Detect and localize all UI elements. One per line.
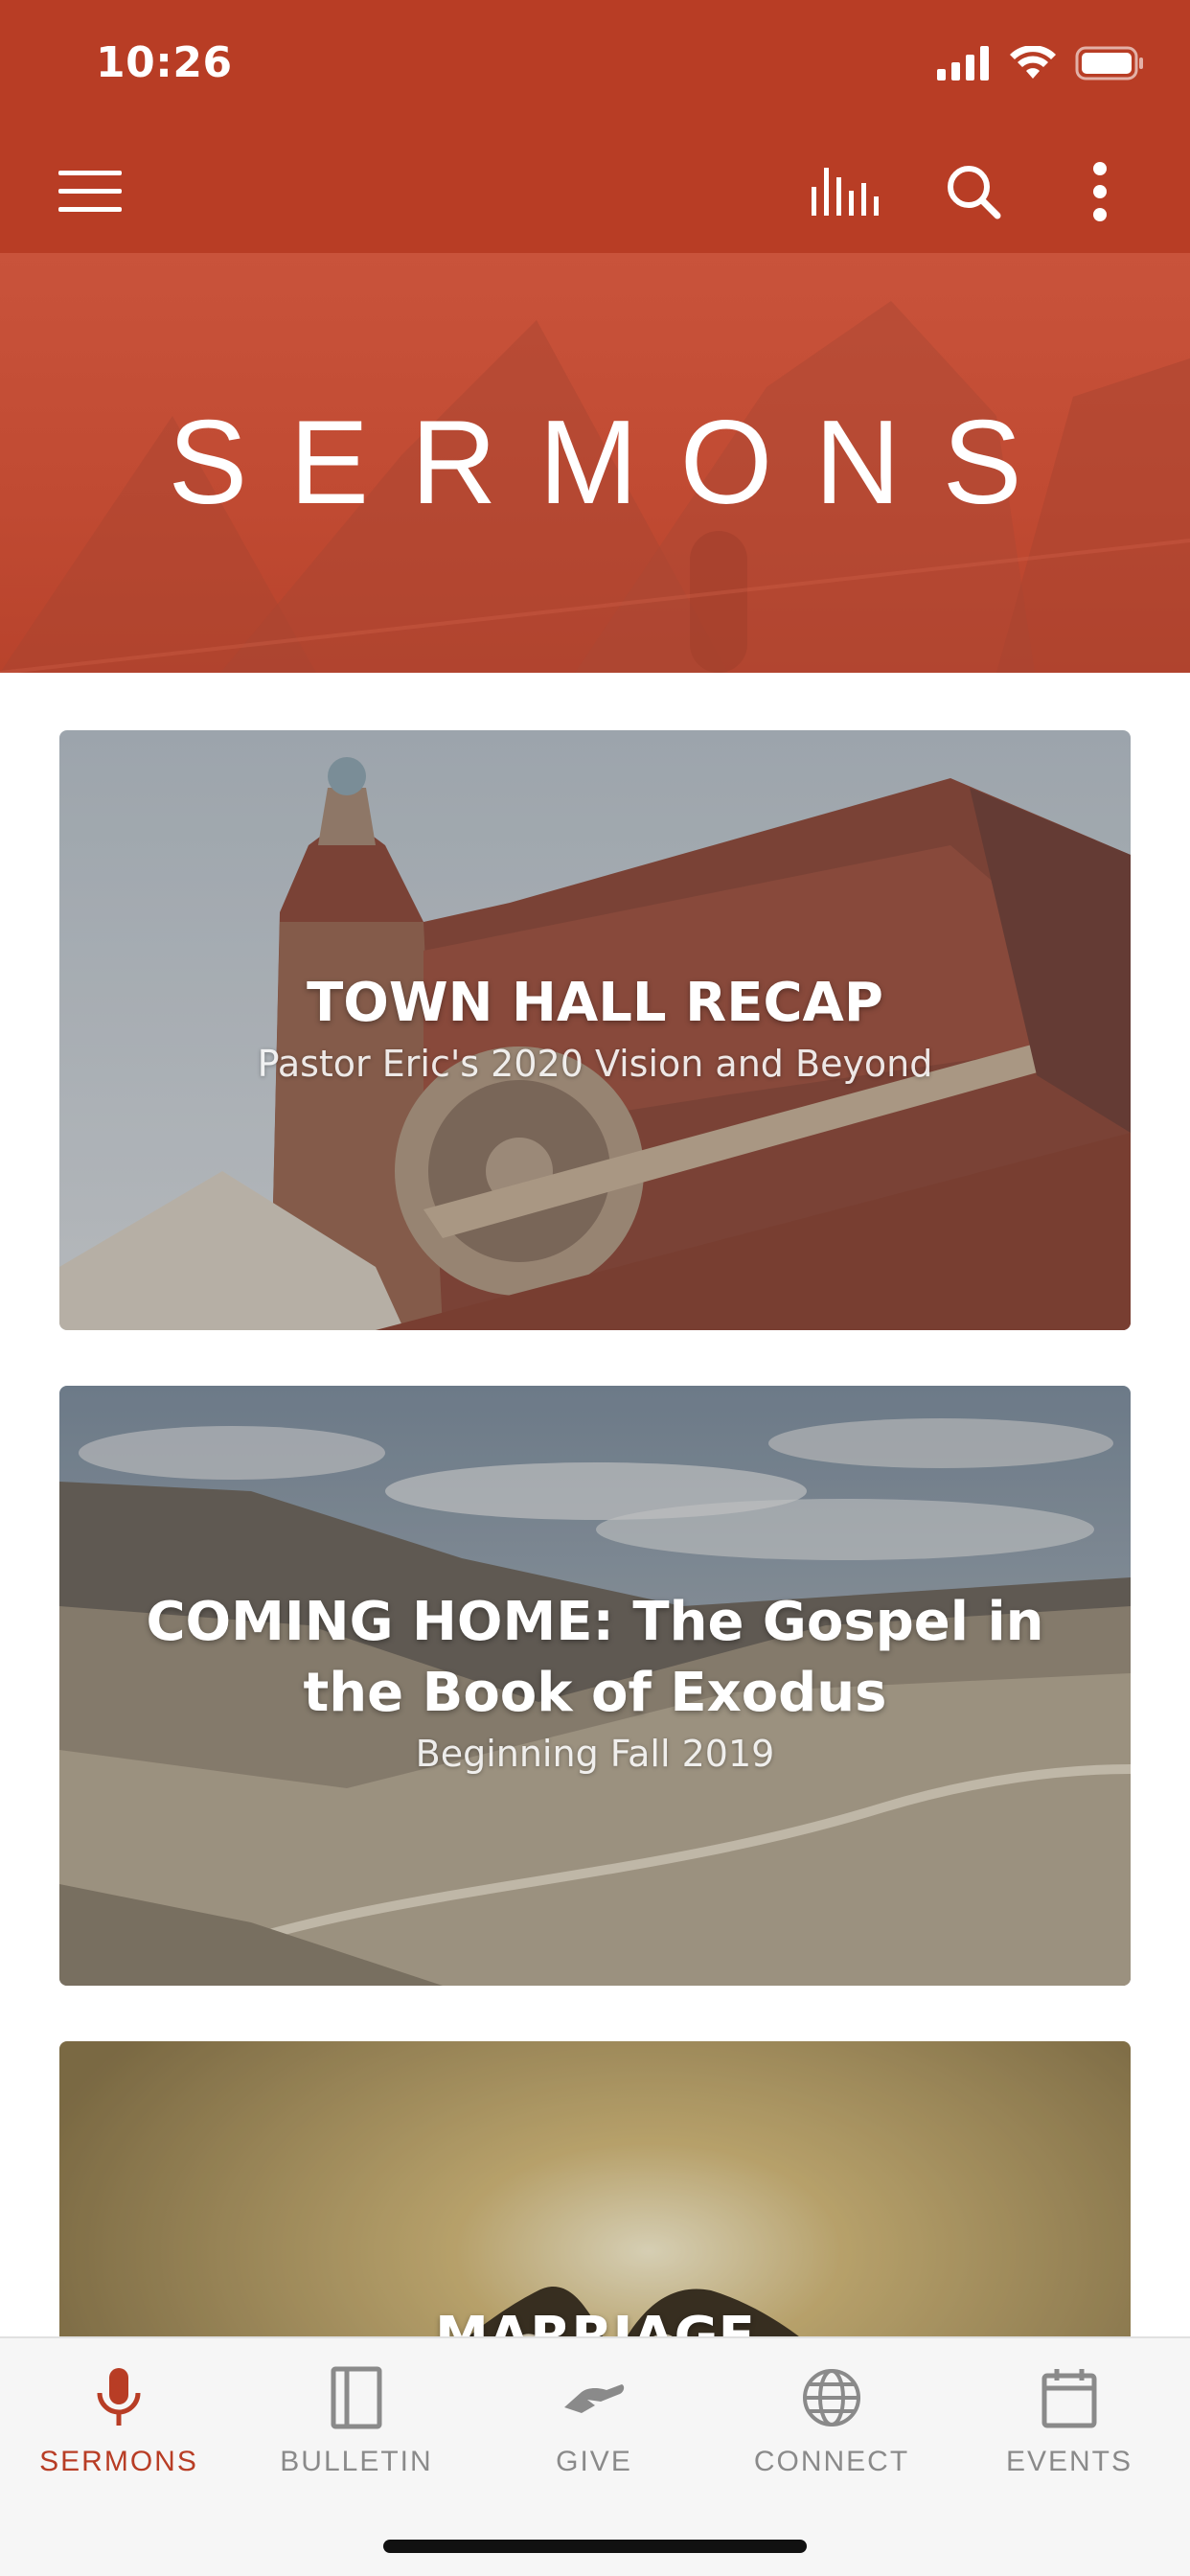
tab-events[interactable]: EVENTS (950, 2363, 1188, 2507)
tab-label: CONNECT (753, 2446, 910, 2477)
sermon-card-coming-home[interactable]: COMING HOME: The Gospel in the Book of E… (59, 1386, 1131, 1986)
search-button[interactable] (935, 153, 1012, 230)
cellular-signal-icon (937, 46, 989, 80)
search-icon (948, 166, 1001, 219)
calendar-icon (1041, 2369, 1097, 2428)
status-time: 10:26 (96, 38, 233, 87)
card-title-line-1: COMING HOME: The Gospel in (146, 1591, 1044, 1653)
home-indicator[interactable] (383, 2540, 807, 2553)
microphone-icon (97, 2368, 141, 2426)
book-icon (331, 2366, 382, 2429)
card-subtitle: Beginning Fall 2019 (415, 1733, 775, 1775)
hero-banner: SERMONS (0, 253, 1190, 673)
app-header: 10:26 (0, 0, 1190, 253)
wifi-icon (1010, 46, 1056, 79)
tab-label: GIVE (556, 2446, 632, 2477)
card-subtitle: Pastor Eric's 2020 Vision and Beyond (257, 1043, 933, 1085)
audio-button[interactable] (807, 153, 883, 230)
tab-label: BULLETIN (280, 2446, 433, 2477)
tab-give[interactable]: GIVE (475, 2363, 713, 2507)
more-options-button[interactable] (1062, 153, 1138, 230)
card-title: TOWN HALL RECAP (307, 972, 883, 1034)
hand-give-icon (564, 2384, 625, 2413)
tab-connect[interactable]: CONNECT (713, 2363, 950, 2507)
tab-label: EVENTS (1005, 2446, 1133, 2477)
globe-icon (803, 2369, 860, 2426)
tab-bulletin[interactable]: BULLETIN (238, 2363, 475, 2507)
battery-icon (1075, 46, 1143, 80)
status-icons (937, 46, 1144, 80)
audio-bars-icon (812, 168, 879, 216)
tab-label: SERMONS (39, 2446, 198, 2477)
menu-icon (58, 171, 122, 212)
sermon-card-town-hall[interactable]: TOWN HALL RECAP Pastor Eric's 2020 Visio… (59, 730, 1131, 1330)
tab-sermons[interactable]: SERMONS (0, 2363, 238, 2507)
card-title-line-2: the Book of Exodus (303, 1662, 887, 1724)
page-title: SERMONS (168, 397, 1064, 529)
more-vertical-icon (1093, 162, 1107, 221)
menu-button[interactable] (52, 153, 128, 230)
